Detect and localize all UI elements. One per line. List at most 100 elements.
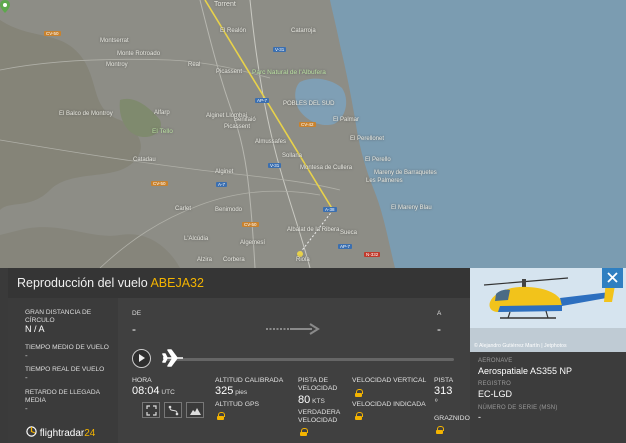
road-shield: A-7	[216, 182, 228, 187]
lock-icon	[436, 426, 444, 434]
road-shield: AP-7	[255, 98, 270, 103]
ind-speed-label: VELOCIDAD INDICADA	[352, 401, 426, 408]
vert-speed-label: VELOCIDAD VERTICAL	[352, 377, 427, 384]
to-value: -	[437, 322, 441, 336]
map-label: Montroy	[106, 62, 128, 68]
map-label: Riola	[296, 257, 310, 263]
alt-cal-readout: 325 pies	[215, 386, 248, 397]
ground-speed-unit: KTS	[312, 398, 325, 405]
lock-icon	[355, 389, 363, 397]
close-button[interactable]	[602, 268, 623, 288]
panel-title: Reproducción del vuelo ABEJA32	[17, 276, 204, 290]
track-readout: 313	[434, 385, 453, 397]
stat-label: TIEMPO MEDIO DE VUELO	[25, 344, 109, 351]
plane-icon[interactable]	[162, 348, 184, 368]
map-label: Benifaió	[234, 117, 256, 123]
flight-stats: GRAN DISTANCIA DE CÍRCULO N / A TIEMPO M…	[8, 298, 118, 443]
map-label: El Perellonet	[350, 136, 385, 142]
lock-icon	[355, 412, 363, 420]
stat-avg-time: TIEMPO MEDIO DE VUELO -	[25, 344, 109, 360]
time-unit: UTC	[161, 389, 175, 396]
route-button[interactable]	[164, 402, 182, 418]
squawk-label: GRAZNIDO	[434, 415, 470, 422]
map-label: Sollana	[282, 153, 303, 159]
track-value: 313	[434, 385, 453, 397]
map-label: El Balco de Montroy	[59, 111, 113, 117]
map-label: Catadau	[133, 157, 156, 163]
map-pin-icon	[0, 0, 10, 13]
time-label: HORA	[132, 377, 152, 384]
stat-real-time: TIEMPO REAL DE VUELO -	[25, 366, 104, 382]
stat-value: -	[25, 404, 28, 413]
stat-great-circle: GRAN DISTANCIA DE CÍRCULO N / A	[25, 309, 105, 334]
play-button[interactable]	[132, 349, 151, 368]
panel-header: Reproducción del vuelo ABEJA32	[8, 268, 470, 298]
stat-label: TIEMPO REAL DE VUELO	[25, 366, 105, 373]
time-value: 08:04	[132, 385, 160, 397]
expand-icon	[146, 405, 157, 416]
map-label: El Mareny Blau	[391, 205, 432, 211]
photo-credit: © Alejandro Gutiérrez Martín | Jetphotos	[474, 343, 567, 349]
lock-icon	[300, 428, 308, 436]
logo-icon	[26, 426, 37, 437]
registration-label: REGISTRO	[478, 381, 511, 387]
map-label: El Realón	[220, 28, 247, 34]
road-shield: CV-50	[44, 31, 61, 36]
alt-cal-unit: pies	[235, 389, 248, 396]
track-unit: º	[435, 399, 438, 406]
map-label: L'Alcúdia	[184, 236, 209, 242]
chart-button[interactable]	[186, 402, 204, 418]
road-shield: V-31	[273, 47, 287, 52]
from-value: -	[132, 322, 136, 336]
stat-value: -	[25, 351, 28, 360]
map-label: Carlet	[175, 206, 192, 212]
msn-value: -	[478, 412, 481, 422]
aircraft-value: Aerospatiale AS355 NP	[478, 366, 573, 376]
callsign: ABEJA32	[150, 276, 204, 290]
stat-arrival-delay: RETARDO DE LLEGADA MEDIA -	[25, 389, 105, 413]
map-label: POBLES DEL SUD	[283, 101, 335, 107]
map-label: Parc Natural de l'Albufera	[252, 69, 326, 76]
road-shield: V-31	[268, 163, 282, 168]
road-shield: N-332	[364, 252, 381, 257]
stat-label: GRAN DISTANCIA DE CÍRCULO	[25, 309, 92, 324]
map-label: El Palmar	[333, 117, 360, 123]
flight-playback-panel: Reproducción del vuelo ABEJA32 GRAN DIST…	[8, 268, 470, 443]
map-label: Picassent	[224, 124, 251, 130]
alt-gps-label: ALTITUD GPS	[215, 401, 260, 408]
route-icon	[168, 405, 179, 416]
map-label: Alzira	[197, 257, 213, 263]
track-label: PISTA	[434, 377, 454, 384]
to-label: A	[437, 310, 442, 317]
arrow-right-icon	[266, 323, 320, 335]
map-label: Corbera	[223, 257, 245, 263]
road-shield: CV-50	[151, 181, 168, 186]
road-shield: A-38	[323, 207, 337, 212]
lock-icon	[217, 412, 225, 420]
ground-speed-readout: 80 KTS	[298, 395, 325, 406]
aircraft-label: AERONAVE	[478, 358, 513, 364]
road-shield: AP-7	[338, 244, 353, 249]
map-label: Alfarp	[154, 110, 170, 116]
from-label: DE	[132, 310, 142, 317]
stat-label: RETARDO DE LLEGADA MEDIA	[25, 389, 100, 404]
map-label: Alginet	[215, 169, 234, 175]
map-label: Albalat de la Ribera	[287, 227, 340, 233]
true-speed-label: VERDADERA VELOCIDAD	[298, 409, 340, 424]
map-label: Les Palmeres	[366, 178, 403, 184]
map-label: El Perello	[365, 157, 391, 163]
chart-icon	[190, 408, 201, 415]
logo-number: 24	[84, 428, 96, 439]
flightradar24-logo[interactable]: flightradar24	[26, 426, 96, 439]
msn-label: NÚMERO DE SERIE (MSN)	[478, 405, 558, 411]
close-icon	[607, 272, 618, 283]
playback-timeline[interactable]	[166, 358, 454, 361]
expand-button[interactable]	[142, 402, 160, 418]
map-view[interactable]: Torrent El Realón Catarroja Montserrat M…	[0, 0, 626, 268]
map-label: Real	[188, 62, 201, 68]
map-label: Algemesí	[240, 240, 266, 246]
map-label: Montserrat	[100, 38, 129, 44]
title-prefix: Reproducción del vuelo	[17, 276, 148, 290]
map-label: Montesa de Cullera	[300, 165, 353, 171]
registration-value: EC-LGD	[478, 389, 513, 399]
